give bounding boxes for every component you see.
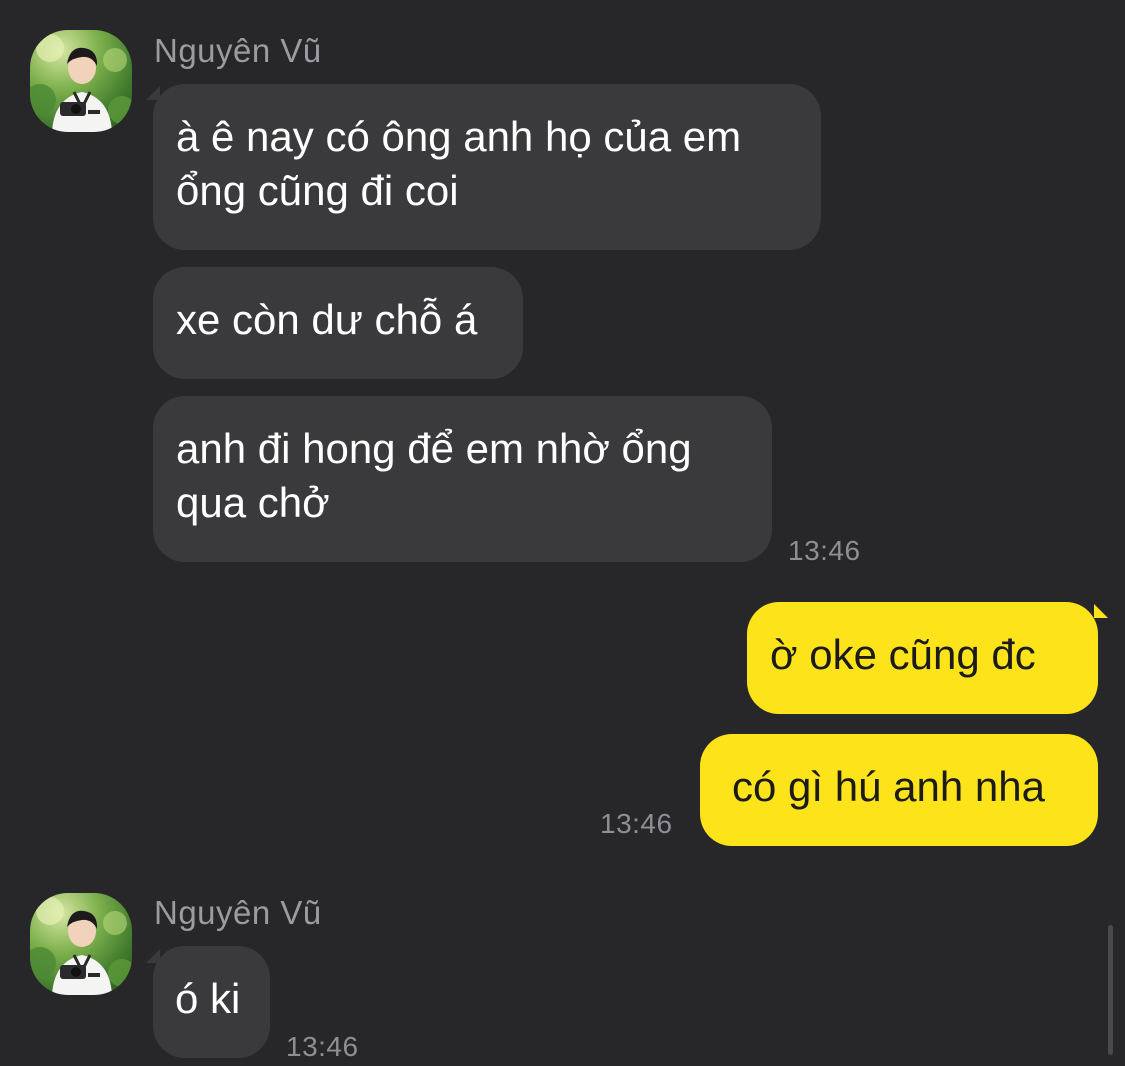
message-time: 13:46: [600, 808, 673, 839]
avatar[interactable]: [30, 893, 132, 995]
sender-name: Nguyên Vũ: [154, 32, 322, 69]
message-time: 13:46: [286, 1031, 359, 1062]
profile-photo-icon: [30, 34, 132, 132]
message-bubble[interactable]: à ê nay có ông anh họ của em ổng cũng đi…: [153, 84, 821, 250]
message-bubble[interactable]: ó ki: [153, 946, 270, 1058]
chat-room: Nguyên Vũ à ê nay có ông anh họ của em ổ…: [0, 0, 1125, 1066]
message-time: 13:46: [788, 535, 861, 566]
message-bubble[interactable]: ờ oke cũng đc: [747, 602, 1098, 714]
message-bubble[interactable]: anh đi hong để em nhờ ổng qua chở: [153, 396, 772, 562]
message-bubble[interactable]: có gì hú anh nha: [700, 734, 1098, 846]
scrollbar[interactable]: [1108, 925, 1113, 1055]
message-bubble[interactable]: xe còn dư chỗ á: [153, 267, 523, 379]
profile-photo-icon: [30, 897, 132, 995]
avatar[interactable]: [30, 30, 132, 132]
sender-name: Nguyên Vũ: [154, 894, 322, 931]
bubble-tail: [1094, 604, 1108, 618]
